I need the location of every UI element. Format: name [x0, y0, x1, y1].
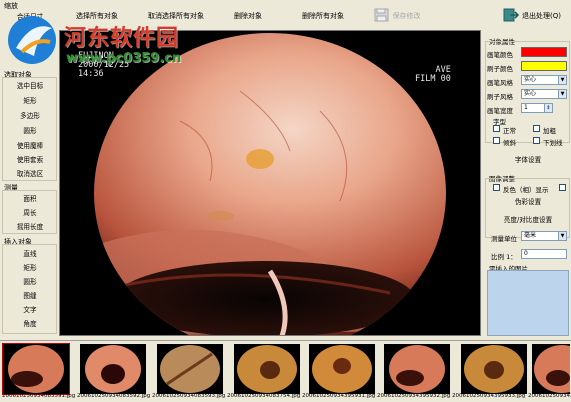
thumbnail-label-5: 200610250934395931.jpg — [302, 393, 376, 399]
scale-value: 0 — [524, 250, 528, 257]
thumbnail-image — [312, 345, 372, 393]
area-button[interactable]: 面积 — [5, 193, 55, 206]
insert-rectangle-button[interactable]: 矩形 — [5, 262, 55, 275]
perimeter-button[interactable]: 周长 — [5, 207, 55, 220]
delete-object-button[interactable]: 删除对象 — [222, 0, 274, 30]
save-icon — [374, 8, 388, 22]
select-target-button[interactable]: 选中目标 — [5, 80, 55, 93]
brush-color-label: 刷子颜色 — [487, 65, 513, 73]
thumbnail-image — [8, 345, 64, 393]
cancel-selection-button[interactable]: 取消选区 — [5, 168, 55, 181]
chevron-down-icon: ▼ — [558, 90, 566, 98]
pseudo-color-button[interactable]: 伪彩设置 — [489, 196, 567, 208]
measure-unit-label: 测量单位 — [491, 235, 517, 243]
measure-unit-value: 毫米 — [524, 232, 537, 239]
watermark: 河东软件园 www.pc0359.cn — [0, 8, 210, 80]
font-bold-label: 加粗 — [543, 127, 556, 135]
brush-style-value: 实心 — [524, 90, 537, 97]
scale-label: 比例 1： — [491, 253, 517, 261]
font-italic-label: 倾斜 — [503, 139, 516, 147]
invert-checkbox[interactable] — [493, 184, 500, 191]
overlay-film: FILM 00 — [415, 74, 451, 84]
pen-width-label: 画笔宽度 — [487, 107, 513, 115]
insert-circle-button[interactable]: 圆形 — [5, 276, 55, 289]
insert-text-button[interactable]: 文字 — [5, 304, 55, 317]
invert-label: 反色（相）显示 — [503, 186, 549, 194]
scale-input[interactable]: 0 — [521, 249, 567, 259]
font-bold-checkbox[interactable] — [533, 125, 540, 132]
thumbnail-image — [534, 345, 570, 393]
pen-width-value: 1 — [524, 104, 528, 111]
pen-style-value: 实心 — [524, 76, 537, 83]
length-button[interactable]: 摇用长度 — [5, 221, 55, 234]
brightness-contrast-button[interactable]: 亮度/对比度设置 — [489, 214, 567, 226]
thumbnail-label-8: 200610250934395934.jpg — [528, 393, 571, 399]
insert-angle-button[interactable]: 角度 — [5, 318, 55, 331]
polygon-select-button[interactable]: 多边形 — [5, 110, 55, 123]
thumbnail-image — [85, 345, 141, 393]
thumbnail-image — [237, 345, 297, 393]
font-normal-checkbox[interactable] — [493, 125, 500, 132]
thumbnail-image — [389, 345, 445, 393]
pen-color-swatch[interactable] — [521, 47, 567, 57]
thumbnail-3[interactable] — [157, 344, 223, 394]
exit-button[interactable]: 退出处理(Q) — [496, 0, 568, 30]
thumbnail-7[interactable] — [461, 344, 527, 394]
thumbnail-label-2: 200610250934083592.jpg — [77, 393, 151, 399]
delete-object-label: 删除对象 — [234, 12, 262, 20]
measure-unit-select[interactable]: 毫米 ▼ — [521, 231, 567, 241]
delete-all-label: 删除所有对象 — [302, 12, 344, 20]
delete-all-button[interactable]: 删除所有对象 — [290, 0, 356, 30]
spinner-icon: ⇕ — [544, 104, 552, 112]
thumbnail-label-4: 200610250934083754.jpg — [227, 393, 301, 399]
pen-style-select[interactable]: 实心 ▼ — [521, 75, 567, 85]
chevron-down-icon: ▼ — [558, 76, 566, 84]
thumbnail-strip: 200610250934083591.jpg 20061025093408359… — [0, 340, 571, 402]
exit-icon — [503, 8, 519, 22]
font-italic-checkbox[interactable] — [493, 137, 500, 144]
thumbnail-6[interactable] — [384, 344, 450, 394]
invert-checkbox-2[interactable] — [559, 184, 566, 191]
brush-style-select[interactable]: 实心 ▼ — [521, 89, 567, 99]
insert-line-button[interactable]: 直线 — [5, 248, 55, 261]
pen-width-input[interactable]: 1 ⇕ — [521, 103, 553, 113]
lasso-button[interactable]: 使用套索 — [5, 154, 55, 167]
thumbnail-label-3: 200610250934083593.jpg — [152, 393, 226, 399]
watermark-url: www.pc0359.cn — [66, 51, 182, 66]
font-underline-checkbox[interactable] — [533, 137, 540, 144]
font-settings-button[interactable]: 字体设置 — [489, 154, 567, 166]
thumbnail-1[interactable] — [2, 343, 70, 395]
insert-image-preview[interactable] — [487, 270, 569, 336]
thumbnail-8[interactable] — [532, 344, 570, 394]
brush-color-swatch[interactable] — [521, 61, 567, 71]
thumbnail-4[interactable] — [234, 344, 300, 394]
circle-select-button[interactable]: 圆形 — [5, 125, 55, 138]
watermark-logo-icon — [8, 16, 56, 64]
thumbnail-image — [464, 345, 524, 393]
insert-seam-button[interactable]: 图缝 — [5, 290, 55, 303]
pen-style-label: 画笔风格 — [487, 79, 513, 87]
font-normal-label: 正常 — [503, 127, 516, 135]
thumbnail-2[interactable] — [80, 344, 146, 394]
chevron-down-icon: ▼ — [558, 232, 566, 240]
thumbnail-5[interactable] — [309, 344, 375, 394]
brush-style-label: 刷子风格 — [487, 93, 513, 101]
pen-color-label: 画笔颜色 — [487, 51, 513, 59]
font-underline-label: 下划线 — [543, 139, 563, 147]
exit-label: 退出处理(Q) — [522, 12, 561, 20]
thumbnail-label-6: 200610250934395932.jpg — [377, 393, 451, 399]
thumbnail-label-7: 200610250934395933.jpg — [452, 393, 526, 399]
rectangle-select-button[interactable]: 矩形 — [5, 95, 55, 108]
magic-wand-button[interactable]: 使用魔棒 — [5, 140, 55, 153]
watermark-title: 河东软件园 — [64, 26, 180, 51]
right-panel: 对象属性 画笔颜色 刷子颜色 画笔风格 实心 ▼ 刷子风格 实心 ▼ 画笔宽度 1 ⇕… — [483, 30, 571, 340]
save-edit-button[interactable]: 保存修改 — [366, 0, 428, 30]
thumbnail-image — [160, 345, 220, 393]
overlay-right: AVE FILM 00 — [415, 66, 451, 84]
save-edit-label: 保存修改 — [392, 12, 421, 20]
thumbnail-label-1: 200610250934083591.jpg — [2, 393, 76, 399]
